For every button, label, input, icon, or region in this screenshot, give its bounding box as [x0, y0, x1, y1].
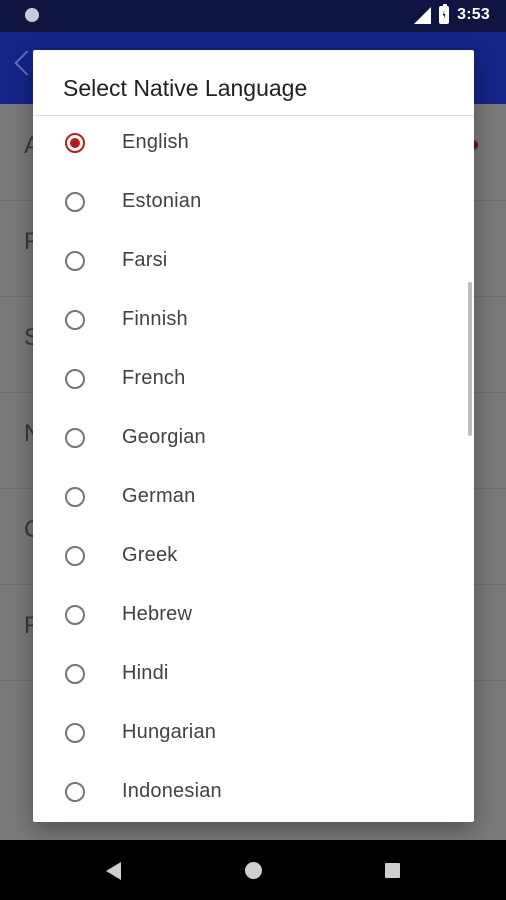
language-option[interactable]: Hungarian — [33, 706, 474, 765]
radio-unchecked-icon[interactable] — [65, 782, 85, 802]
signal-icon — [414, 6, 432, 24]
clock-time: 3:53 — [457, 6, 490, 23]
radio-unchecked-icon[interactable] — [65, 428, 85, 448]
language-option[interactable]: Hebrew — [33, 588, 474, 647]
language-option[interactable]: Hindi — [33, 647, 474, 706]
language-option-label: Indonesian — [122, 780, 222, 802]
language-option-label: Estonian — [122, 190, 202, 212]
language-option[interactable]: Estonian — [33, 175, 474, 234]
radio-unchecked-icon[interactable] — [65, 251, 85, 271]
language-option[interactable]: Finnish — [33, 293, 474, 352]
language-option[interactable]: Indonesian — [33, 765, 474, 822]
language-option[interactable]: Georgian — [33, 411, 474, 470]
radio-unchecked-icon[interactable] — [65, 723, 85, 743]
scrollbar-thumb[interactable] — [468, 282, 472, 436]
radio-unchecked-icon[interactable] — [65, 605, 85, 625]
language-dialog: Select Native Language English Estonian … — [33, 50, 474, 822]
notification-dot-icon — [25, 8, 39, 22]
language-option-label: Finnish — [122, 308, 188, 330]
language-option-label: Hebrew — [122, 603, 193, 625]
navigation-bar — [0, 840, 506, 900]
language-option-label: Georgian — [122, 426, 206, 448]
language-option-label: Hindi — [122, 662, 169, 684]
status-bar: 3:53 — [0, 0, 506, 32]
language-option-label: French — [122, 367, 186, 389]
language-option[interactable]: English — [33, 116, 474, 175]
status-icons: 3:53 — [414, 4, 490, 24]
language-option[interactable]: Farsi — [33, 234, 474, 293]
language-option-label: Farsi — [122, 249, 168, 271]
language-option[interactable]: German — [33, 470, 474, 529]
language-option-label: Hungarian — [122, 721, 217, 743]
language-option-label: German — [122, 485, 196, 507]
radio-unchecked-icon[interactable] — [65, 192, 85, 212]
radio-checked-icon[interactable] — [65, 133, 85, 153]
radio-unchecked-icon[interactable] — [65, 487, 85, 507]
nav-back-icon[interactable] — [106, 862, 121, 880]
radio-unchecked-icon[interactable] — [65, 664, 85, 684]
nav-recents-icon[interactable] — [385, 863, 400, 878]
language-option-label: English — [122, 131, 189, 153]
language-option[interactable]: Greek — [33, 529, 474, 588]
battery-charging-icon — [439, 4, 450, 24]
language-option[interactable]: French — [33, 352, 474, 411]
nav-home-icon[interactable] — [245, 862, 262, 879]
radio-unchecked-icon[interactable] — [65, 369, 85, 389]
language-option-label: Greek — [122, 544, 178, 566]
language-options-list[interactable]: English Estonian Farsi Finnish French Ge… — [33, 116, 474, 822]
radio-unchecked-icon[interactable] — [65, 310, 85, 330]
dialog-title: Select Native Language — [63, 75, 308, 101]
radio-unchecked-icon[interactable] — [65, 546, 85, 566]
